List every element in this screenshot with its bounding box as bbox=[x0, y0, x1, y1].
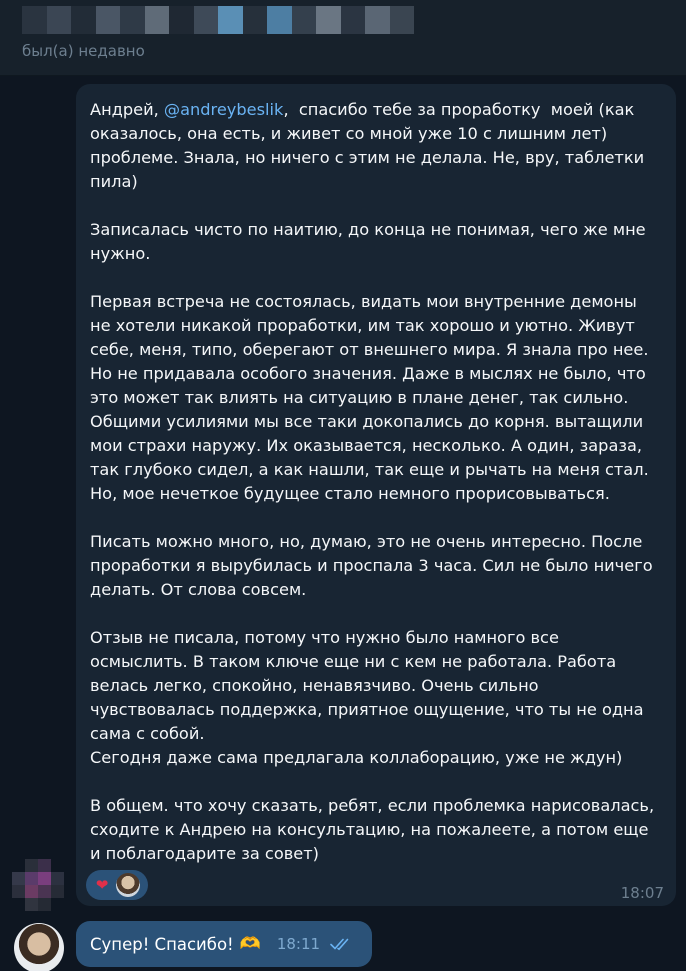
heart-hands-emoji: 🫶 bbox=[239, 934, 261, 954]
outgoing-text: Супер! Спасибо! bbox=[90, 934, 234, 954]
outgoing-message[interactable]: Супер! Спасибо! 🫶 18:11 bbox=[76, 921, 372, 967]
read-checkmarks-icon bbox=[330, 937, 352, 951]
contact-status: был(а) недавно bbox=[22, 42, 145, 60]
my-avatar[interactable] bbox=[14, 923, 64, 971]
greeting-text: Андрей, bbox=[90, 100, 164, 119]
incoming-message[interactable]: Андрей, @andreybeslik, спасибо тебе за п… bbox=[76, 84, 676, 906]
chat-header[interactable]: был(а) недавно bbox=[0, 0, 686, 76]
message-paragraph: В общем. что хочу сказать, ребят, если п… bbox=[90, 796, 660, 863]
message-text: Андрей, @andreybeslik, спасибо тебе за п… bbox=[90, 98, 660, 866]
message-paragraph: Андрей, @andreybeslik, спасибо тебе за п… bbox=[90, 98, 660, 194]
contact-name-pixelated bbox=[22, 6, 414, 34]
reactor-avatar bbox=[116, 873, 140, 897]
message-paragraph: Писать можно много, но, думаю, это не оч… bbox=[90, 532, 658, 599]
message-paragraph: Отзыв не писала, потому что нужно было н… bbox=[90, 628, 644, 767]
reactions-badge[interactable]: ❤ bbox=[86, 870, 148, 900]
message-paragraph: Записалась чисто по наитию, до конца не … bbox=[90, 220, 651, 263]
message-time: 18:07 bbox=[620, 884, 664, 902]
outgoing-row: Супер! Спасибо! 🫶 18:11 bbox=[0, 913, 686, 971]
message-list[interactable]: Андрей, @andreybeslik, спасибо тебе за п… bbox=[0, 77, 686, 971]
heart-icon: ❤ bbox=[95, 876, 109, 894]
message-paragraph: Первая встреча не состоялась, видать мои… bbox=[90, 292, 654, 503]
mention-link[interactable]: @andreybeslik bbox=[164, 100, 284, 119]
sender-avatar-pixelated[interactable] bbox=[12, 859, 64, 911]
outgoing-time: 18:11 bbox=[276, 935, 321, 953]
